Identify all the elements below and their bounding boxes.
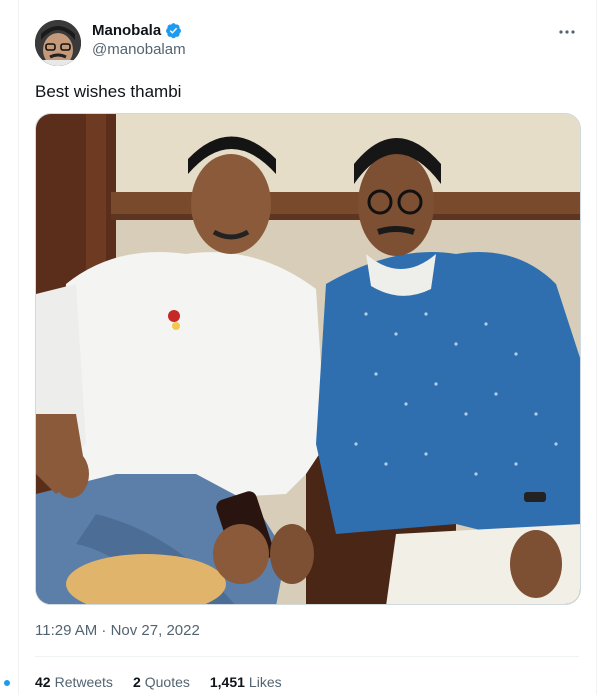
tweet-stats: 42 Retweets 2 Quotes 1,451 Likes [35,674,282,690]
author-names: Manobala @manobalam [92,22,186,58]
tweet-header: Manobala @manobalam [35,20,595,68]
more-button[interactable] [555,22,579,42]
stat-likes[interactable]: 1,451 Likes [210,674,282,690]
verified-badge-icon [166,23,182,39]
right-border [596,0,597,695]
more-horizontal-icon [559,30,575,34]
stat-quotes[interactable]: 2 Quotes [133,674,190,690]
photo-image [36,114,580,604]
tweet-timestamp[interactable]: 11:29 AM · Nov 27, 2022 [35,622,200,639]
stat-count: 1,451 [209,674,245,690]
display-name[interactable]: Manobala [92,22,161,39]
stat-retweets[interactable]: 42 Retweets [35,674,113,690]
handle[interactable]: @manobalam [92,41,186,58]
stat-count: 2 [132,674,141,690]
tweet-text: Best wishes thambi [35,82,182,101]
stat-label: Likes [248,674,282,690]
stats-divider [35,656,579,657]
stat-label: Quotes [144,674,190,690]
stat-count: 42 [35,674,51,690]
avatar-image [35,20,81,66]
tweet-photo[interactable] [35,113,581,605]
edge-indicator [4,680,10,686]
stat-label: Retweets [54,674,113,690]
tweet-card: Manobala @manobalam Best wishes thambi 1… [19,0,596,695]
display-name-row: Manobala [92,22,186,39]
avatar[interactable] [35,20,81,66]
